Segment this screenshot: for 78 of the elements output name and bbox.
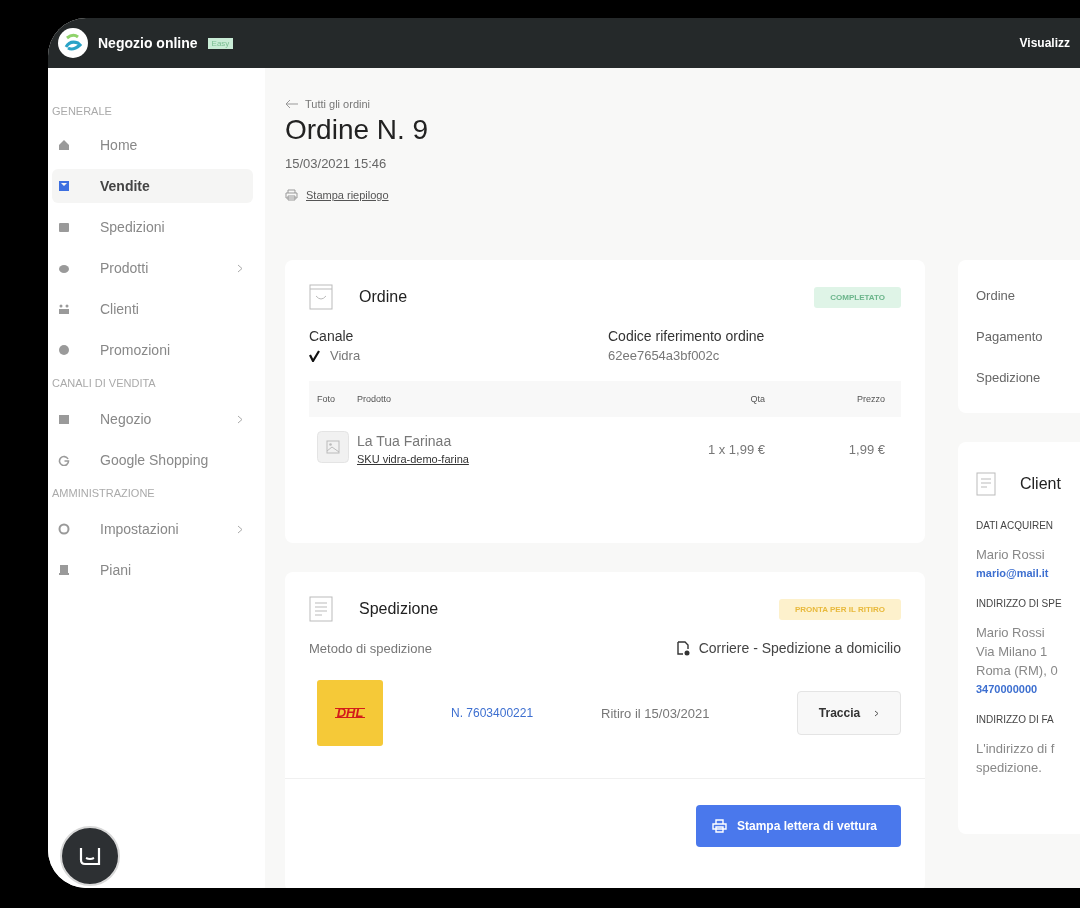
print-summary-link[interactable]: Stampa riepilogo xyxy=(306,189,389,201)
menu-item-icon xyxy=(58,413,70,425)
store-title: Negozio online xyxy=(98,35,198,51)
sku-link[interactable]: SKU vidra-demo-farina xyxy=(357,453,469,465)
sidebar-section-heading: AMMINISTRAZIONE xyxy=(52,486,156,501)
chat-icon xyxy=(79,846,101,866)
shipping-method-label: Metodo di spedizione xyxy=(309,640,432,656)
printer-icon xyxy=(711,819,727,833)
quantity-cell-text: 1 x 1,99 € xyxy=(706,441,765,457)
customer-text: Mario Rossi xyxy=(976,624,1046,642)
status-badge: PRONTA PER IL RITIRO xyxy=(778,598,901,620)
sidebar-item[interactable]: Vendite xyxy=(52,169,253,203)
menu-item-icon xyxy=(58,139,70,151)
menu-item-icon xyxy=(58,564,70,576)
sidebar-item[interactable]: Impostazioni xyxy=(52,512,253,546)
section-heading: INDIRIZZO DI FA xyxy=(976,714,1055,725)
column-header: Foto xyxy=(317,394,336,404)
menu-item-icon xyxy=(58,180,70,192)
shipping-method-value: Corriere - Spedizione a domicilio xyxy=(698,640,901,656)
print-waybill-button[interactable]: Stampa lettera di vettura xyxy=(695,805,901,847)
customer-text: Via Milano 1 xyxy=(976,643,1049,661)
section-heading: INDIRIZZO DI SPE xyxy=(976,598,1063,609)
sidebar-item[interactable]: Home xyxy=(52,128,253,162)
column-header: Qta xyxy=(749,394,765,404)
card-title: Client xyxy=(1020,475,1061,493)
contact-link[interactable]: mario@mail.it xyxy=(976,564,1080,582)
view-store-link[interactable]: Visualizz xyxy=(1019,36,1070,50)
pickup-date: Ritiro il 15/03/2021 xyxy=(601,705,711,721)
back-link[interactable]: Tutti gli ordini xyxy=(285,98,1080,110)
chevron-right-icon xyxy=(874,709,880,717)
sidebar-item[interactable]: Spedizioni xyxy=(52,210,253,244)
back-arrow-icon xyxy=(285,99,299,109)
channel-value: Vidra xyxy=(330,348,361,363)
sidebar-item[interactable]: Negozio xyxy=(52,402,253,436)
sidebar-item[interactable]: Google Shopping xyxy=(52,443,253,477)
section-heading: DATI ACQUIREN xyxy=(976,520,1055,531)
channel-label: Canale xyxy=(309,328,355,344)
tracking-number-link[interactable]: N. 7603400221 xyxy=(451,706,601,720)
column-header: Prezzo xyxy=(856,394,886,404)
menu-item-icon xyxy=(58,221,70,233)
card-title: Spedizione xyxy=(359,600,439,618)
sidebar-item[interactable]: Piani xyxy=(52,553,253,587)
sidebar-item[interactable]: Prodotti xyxy=(52,251,253,285)
sidebar-section-heading: GENERALE xyxy=(52,104,113,119)
sidebar-section-heading: CANALI DI VENDITA xyxy=(52,376,157,391)
reference-label: Codice riferimento ordine xyxy=(608,328,766,344)
customer-text: Roma (RM), 0 xyxy=(976,662,1059,680)
document-icon xyxy=(309,596,333,622)
logo-icon xyxy=(58,28,88,58)
order-date: 15/03/2021 15:46 xyxy=(285,156,388,171)
menu-item-icon xyxy=(58,454,70,466)
bag-icon xyxy=(309,284,333,310)
column-header: Prodotto xyxy=(357,394,393,404)
customer-text: Mario Rossi xyxy=(976,546,1046,564)
customer-text: L'indirizzo di f xyxy=(976,740,1056,758)
menu-item-icon xyxy=(58,344,70,356)
price-cell-text: 1,99 € xyxy=(847,441,885,457)
summary-row-label: Spedizione xyxy=(976,369,1042,387)
menu-item-icon xyxy=(58,303,70,315)
customer-text: spedizione. xyxy=(976,759,1043,777)
status-badge: COMPLETATO xyxy=(814,286,901,308)
truck-document-icon xyxy=(675,640,691,656)
card-title: Ordine xyxy=(359,288,408,306)
summary-row-label: Pagamento xyxy=(976,328,1044,346)
sidebar-item[interactable]: Promozioni xyxy=(52,333,253,367)
track-button[interactable]: Traccia xyxy=(797,691,901,735)
page-title: Ordine N. 9 xyxy=(285,114,430,146)
menu-item-icon xyxy=(58,523,70,535)
contact-link[interactable]: 3470000000 xyxy=(976,680,1080,698)
product-name: La Tua Farinaa xyxy=(357,433,453,449)
summary-row-label: Ordine xyxy=(976,287,1017,305)
sidebar-item[interactable]: Clienti xyxy=(52,292,253,326)
document-icon xyxy=(976,472,996,496)
reference-value: 62ee7654a3bf002c xyxy=(608,348,720,363)
image-placeholder-icon xyxy=(317,431,349,463)
printer-icon xyxy=(285,189,298,201)
plan-badge: Easy xyxy=(207,37,234,49)
menu-item-icon xyxy=(58,262,70,274)
